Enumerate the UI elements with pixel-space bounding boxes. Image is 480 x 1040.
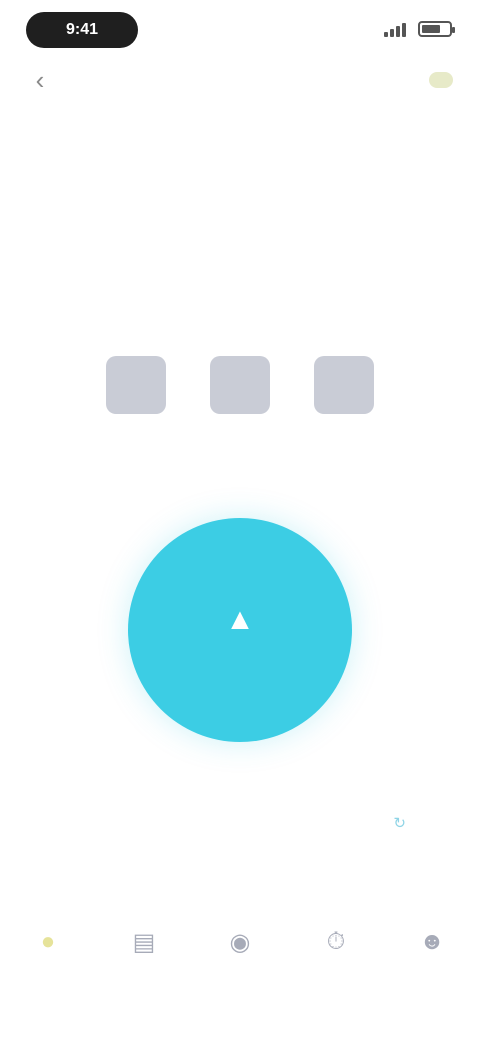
battery-icon bbox=[418, 21, 455, 37]
header: ‹ bbox=[0, 56, 480, 104]
timer-unit-minutes bbox=[210, 356, 270, 428]
battery-level bbox=[422, 25, 440, 33]
history-link[interactable]: ↻ bbox=[393, 814, 414, 832]
status-time: 9:41 bbox=[26, 12, 138, 48]
history-icon: ↻ bbox=[393, 815, 406, 832]
back-arrow-icon: ‹ bbox=[35, 65, 45, 95]
timer-seconds-value bbox=[314, 356, 374, 414]
timer-unit-hours bbox=[106, 356, 166, 428]
timer-hours-value bbox=[106, 356, 166, 414]
premium-button[interactable] bbox=[426, 66, 456, 94]
bottom-nav: ● ▤ ◉ ⏱ ☻ bbox=[0, 924, 480, 1014]
flame-icon: ▲ bbox=[225, 603, 255, 636]
start-fasting-button[interactable]: ▲ bbox=[128, 518, 352, 742]
chart-icon: ▤ bbox=[132, 928, 156, 956]
timer-display bbox=[0, 356, 480, 428]
nav-item-stats[interactable]: ▤ bbox=[100, 924, 188, 1014]
nav-item-profile[interactable]: ☻ bbox=[388, 924, 476, 1014]
timer-minutes-value bbox=[210, 356, 270, 414]
app-screen: 9:41 ‹ ▲ ↻ ● ▤ ◉ ⏱ ☻ bbox=[0, 0, 480, 1040]
nav-item-home[interactable]: ● bbox=[4, 924, 92, 1014]
home-icon: ● bbox=[40, 928, 56, 955]
timer-unit-seconds bbox=[314, 356, 374, 428]
nav-item-timer[interactable]: ⏱ bbox=[292, 924, 380, 1014]
nav-item-tips[interactable]: ◉ bbox=[196, 924, 284, 1014]
status-indicators bbox=[384, 18, 455, 40]
status-bar: 9:41 bbox=[0, 0, 480, 64]
user-icon: ☻ bbox=[419, 928, 445, 955]
bulb-icon: ◉ bbox=[229, 928, 251, 956]
signal-icon bbox=[384, 21, 410, 37]
crown-icon bbox=[429, 72, 453, 88]
sub-bar bbox=[0, 140, 480, 176]
back-button[interactable]: ‹ bbox=[26, 66, 54, 94]
timer-icon: ⏱ bbox=[326, 928, 346, 955]
